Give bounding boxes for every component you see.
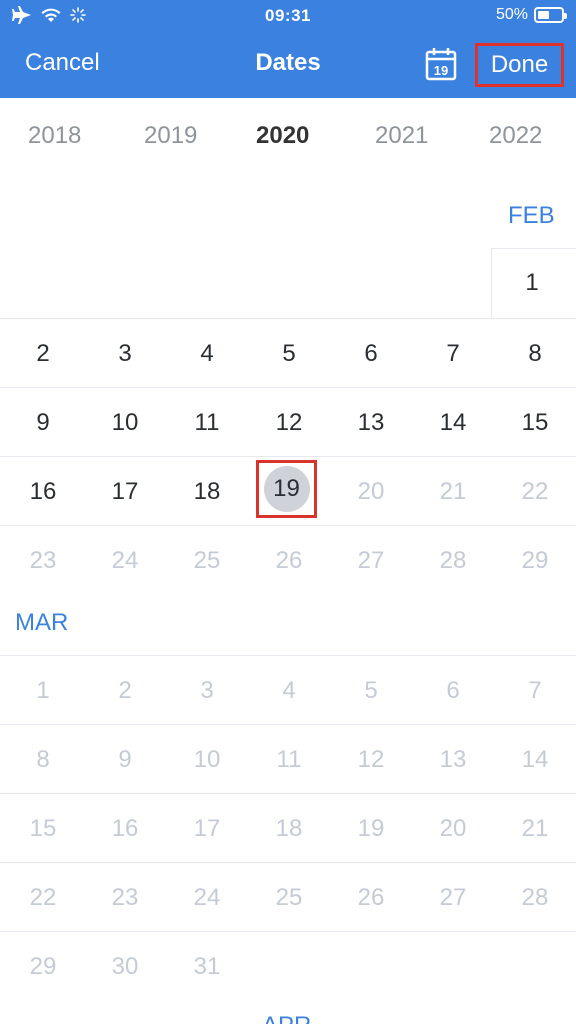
- day-cell[interactable]: 18: [248, 794, 330, 863]
- week-row: 1: [0, 248, 576, 317]
- day-cell[interactable]: 6: [330, 319, 412, 388]
- day-cell[interactable]: 27: [330, 526, 412, 595]
- day-cell[interactable]: 15: [494, 388, 576, 457]
- done-button[interactable]: Done: [475, 43, 564, 87]
- week-row: 29 30 31: [0, 931, 576, 1000]
- day-cell[interactable]: 19: [330, 794, 412, 863]
- day-cell[interactable]: 12: [248, 388, 330, 457]
- nav-bar: Cancel Dates 19 Done: [0, 34, 576, 98]
- day-cell[interactable]: 21: [412, 457, 494, 526]
- selected-day-highlight[interactable]: 19: [256, 460, 317, 518]
- week-row: 15 16 17 18 19 20 21: [0, 793, 576, 862]
- day-cell[interactable]: 10: [84, 388, 166, 457]
- calendar-icon[interactable]: 19: [425, 47, 457, 81]
- day-cell[interactable]: 8: [494, 319, 576, 388]
- day-cell[interactable]: 6: [412, 656, 494, 725]
- status-icons-right: 50%: [495, 6, 567, 24]
- year-item[interactable]: 2021: [375, 122, 428, 150]
- month-label-mar: MAR: [15, 609, 69, 636]
- day-cell[interactable]: 12: [330, 725, 412, 794]
- year-item[interactable]: 2022: [489, 122, 542, 150]
- day-cell[interactable]: 29: [494, 526, 576, 595]
- week-row: 9 10 11 12 13 14 15: [0, 387, 576, 456]
- day-cell[interactable]: 1: [491, 248, 573, 317]
- day-cell[interactable]: 22: [494, 457, 576, 526]
- day-cell[interactable]: 16: [2, 457, 84, 526]
- day-cell[interactable]: 13: [330, 388, 412, 457]
- day-cell[interactable]: 25: [166, 526, 248, 595]
- day-cell[interactable]: 9: [84, 725, 166, 794]
- day-cell[interactable]: 25: [248, 863, 330, 932]
- day-cell[interactable]: 20: [412, 794, 494, 863]
- top-bar: 09:31 50% Cancel Dates 19 Done: [0, 0, 576, 98]
- day-cell[interactable]: 24: [166, 863, 248, 932]
- day-cell[interactable]: 21: [494, 794, 576, 863]
- day-cell[interactable]: 4: [248, 656, 330, 725]
- selected-day[interactable]: 19: [263, 466, 310, 512]
- day-cell[interactable]: 29: [2, 932, 84, 1001]
- day-cell[interactable]: 23: [2, 526, 84, 595]
- day-cell[interactable]: 1: [2, 656, 84, 725]
- day-cell[interactable]: 15: [2, 794, 84, 863]
- year-item[interactable]: 2018: [28, 122, 81, 150]
- calendar-icon-day: 19: [434, 63, 448, 78]
- day-cell[interactable]: 2: [84, 656, 166, 725]
- day-cell[interactable]: 7: [412, 319, 494, 388]
- week-row: 22 23 24 25 26 27 28: [0, 862, 576, 931]
- day-cell[interactable]: 20: [330, 457, 412, 526]
- day-cell[interactable]: 26: [330, 863, 412, 932]
- day-cell[interactable]: 3: [84, 319, 166, 388]
- day-cell[interactable]: 23: [84, 863, 166, 932]
- week-row: 1234567: [0, 655, 576, 724]
- day-cell[interactable]: 31: [166, 932, 248, 1001]
- status-bar: 09:31 50%: [0, 0, 576, 34]
- week-row: 23 24 25 26 27 28 29: [0, 525, 576, 594]
- year-selector: 2018 2019 2020 2021 2022: [0, 110, 576, 162]
- day-cell[interactable]: 14: [494, 725, 576, 794]
- day-cell[interactable]: 10: [166, 725, 248, 794]
- day-cell[interactable]: 30: [84, 932, 166, 1001]
- day-cell[interactable]: 11: [166, 388, 248, 457]
- year-item[interactable]: 2019: [144, 122, 197, 150]
- day-cell[interactable]: 14: [412, 388, 494, 457]
- battery-icon: [534, 7, 567, 23]
- month-label-apr: APR: [262, 1012, 311, 1024]
- day-cell[interactable]: 8: [2, 725, 84, 794]
- day-cell[interactable]: 11: [248, 725, 330, 794]
- day-cell[interactable]: 5: [330, 656, 412, 725]
- week-row: 161718 19 202122: [0, 456, 576, 525]
- day-cell[interactable]: 2: [2, 319, 84, 388]
- month-label-feb: FEB: [508, 202, 555, 229]
- day-cell[interactable]: 28: [494, 863, 576, 932]
- day-cell[interactable]: 16: [84, 794, 166, 863]
- status-time: 09:31: [265, 6, 311, 25]
- day-cell[interactable]: 26: [248, 526, 330, 595]
- week-row: 2345678: [0, 318, 576, 387]
- day-cell[interactable]: 18: [166, 457, 248, 526]
- day-cell[interactable]: 4: [166, 319, 248, 388]
- day-cell[interactable]: 22: [2, 863, 84, 932]
- day-cell[interactable]: 7: [494, 656, 576, 725]
- day-cell[interactable]: 24: [84, 526, 166, 595]
- day-cell[interactable]: 28: [412, 526, 494, 595]
- day-cell[interactable]: 17: [166, 794, 248, 863]
- day-cell[interactable]: 5: [248, 319, 330, 388]
- battery-percent: 50%: [495, 6, 528, 23]
- day-cell[interactable]: 17: [84, 457, 166, 526]
- day-cell[interactable]: 27: [412, 863, 494, 932]
- day-cell[interactable]: 3: [166, 656, 248, 725]
- day-cell[interactable]: 9: [2, 388, 84, 457]
- year-item-selected[interactable]: 2020: [256, 122, 309, 150]
- day-cell[interactable]: 13: [412, 725, 494, 794]
- week-row: 8 9 10 11 12 13 14: [0, 724, 576, 793]
